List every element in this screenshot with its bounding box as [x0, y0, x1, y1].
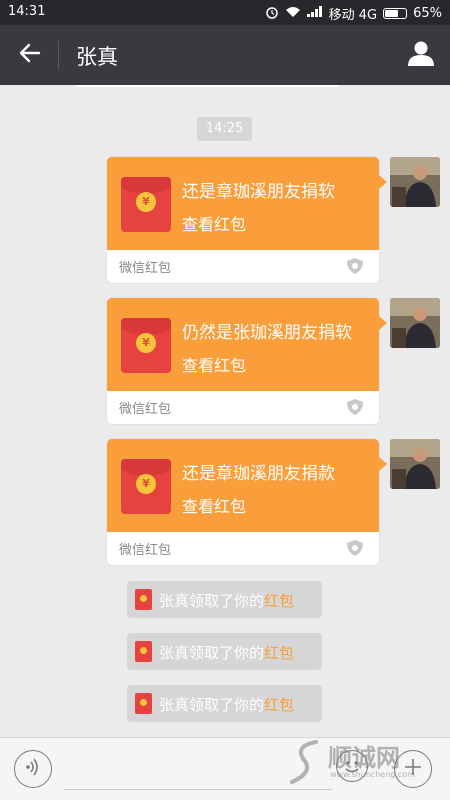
red-packet-link[interactable]: 红包 — [264, 592, 294, 610]
notice-text: 张真领取了你的红包 — [159, 590, 294, 611]
red-packet-footer: 微信红包 — [119, 543, 172, 558]
red-packet-body: ¥ 还是章珈溪朋友捐软 查看红包 — [107, 157, 379, 250]
red-packet-link[interactable]: 红包 — [264, 644, 294, 662]
chat-title: 张真 — [76, 45, 118, 69]
bubble-tail — [379, 457, 387, 471]
timestamp-separator: 14:25 — [197, 117, 252, 141]
red-envelope-icon: ¥ — [121, 177, 171, 232]
voice-button[interactable] — [14, 750, 52, 788]
battery-level: 65% — [413, 6, 442, 21]
shield-icon — [345, 539, 365, 557]
chat-info-button[interactable] — [404, 35, 438, 75]
previous-message-bubble — [75, 85, 340, 87]
red-packet-body: ¥ 还是章珈溪朋友捐款 查看红包 — [107, 439, 379, 532]
red-packet-greeting: 还是章珈溪朋友捐软 — [182, 182, 335, 202]
title-bar: 张真 — [0, 25, 450, 85]
red-packet-footer: 微信红包 — [119, 402, 172, 417]
alarm-icon — [265, 5, 279, 23]
red-envelope-icon: ¥ — [121, 318, 171, 373]
notice-prefix: 张真领取了你的 — [159, 644, 265, 662]
red-packet-message[interactable]: ¥ 还是章珈溪朋友捐款 查看红包 微信红包 — [107, 439, 387, 565]
voice-icon — [23, 757, 43, 781]
red-packet-footer: 微信红包 — [119, 261, 172, 276]
red-envelope-icon — [135, 641, 152, 662]
wifi-icon — [285, 6, 301, 22]
red-envelope-icon: ¥ — [121, 459, 171, 514]
red-envelope-icon — [135, 693, 152, 714]
notice-prefix: 张真领取了你的 — [159, 592, 265, 610]
person-icon — [407, 39, 435, 71]
red-packet-link[interactable]: 红包 — [264, 696, 294, 714]
carrier-label: 移动 4G — [328, 8, 378, 23]
bubble-tail — [379, 316, 387, 330]
red-packet-received-notice: 张真领取了你的红包 — [127, 685, 322, 722]
red-packet-card[interactable]: ¥ 还是章珈溪朋友捐款 查看红包 微信红包 — [107, 439, 379, 565]
notice-text: 张真领取了你的红包 — [159, 642, 294, 663]
shield-icon — [345, 398, 365, 416]
red-packet-card[interactable]: ¥ 还是章珈溪朋友捐软 查看红包 微信红包 — [107, 157, 379, 283]
battery-icon — [383, 8, 408, 19]
watermark-url: www.shuncheng.com — [330, 770, 415, 779]
red-packet-greeting: 还是章珈溪朋友捐款 — [182, 464, 335, 484]
red-packet-body: ¥ 仍然是张珈溪朋友捐软 查看红包 — [107, 298, 379, 391]
title-divider — [58, 41, 59, 69]
notice-prefix: 张真领取了你的 — [159, 696, 265, 714]
red-packet-action: 查看红包 — [182, 497, 247, 516]
back-button[interactable] — [8, 35, 52, 75]
red-packet-card[interactable]: ¥ 仍然是张珈溪朋友捐软 查看红包 微信红包 — [107, 298, 379, 424]
arrow-left-icon — [19, 42, 41, 68]
avatar[interactable] — [390, 298, 440, 348]
red-packet-message[interactable]: ¥ 仍然是张珈溪朋友捐软 查看红包 微信红包 — [107, 298, 387, 424]
red-packet-message[interactable]: ¥ 还是章珈溪朋友捐软 查看红包 微信红包 — [107, 157, 387, 283]
status-time: 14:31 — [8, 4, 46, 19]
watermark: 顺诚网 www.shuncheng.com — [286, 738, 426, 788]
notice-text: 张真领取了你的红包 — [159, 694, 294, 715]
red-envelope-icon — [135, 589, 152, 610]
red-packet-received-notice: 张真领取了你的红包 — [127, 633, 322, 670]
status-bar: 14:31 移动 4G 65% — [0, 0, 450, 25]
avatar[interactable] — [390, 439, 440, 489]
watermark-logo — [290, 740, 318, 784]
red-packet-received-notice: 张真领取了你的红包 — [127, 581, 322, 618]
avatar[interactable] — [390, 157, 440, 207]
status-indicators: 移动 4G 65% — [265, 4, 442, 23]
bubble-tail — [379, 175, 387, 189]
signal-icon — [306, 6, 323, 21]
red-packet-action: 查看红包 — [182, 356, 247, 375]
chat-area[interactable]: 14:25 ¥ 还是章珈溪朋友捐软 查看红包 微信红包 ¥ 仍然是张珈溪朋友捐软… — [0, 85, 450, 737]
red-packet-action: 查看红包 — [182, 215, 247, 234]
shield-icon — [345, 257, 365, 275]
red-packet-greeting: 仍然是张珈溪朋友捐软 — [182, 323, 352, 343]
watermark-text: 顺诚网 — [328, 744, 400, 772]
